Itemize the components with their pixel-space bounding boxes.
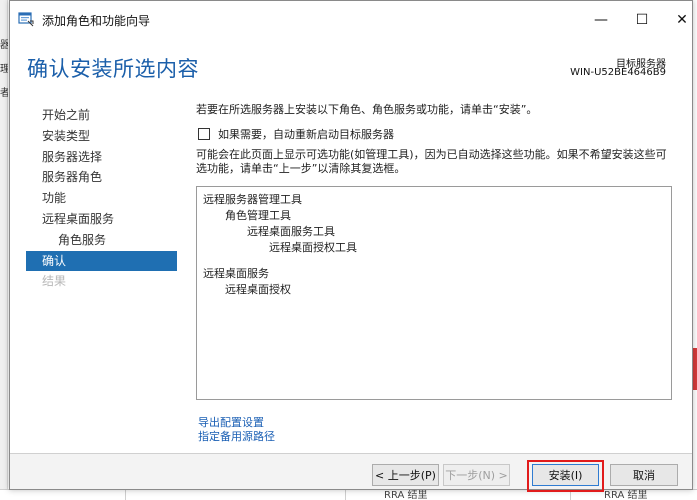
- background-cell: RRA 结里: [384, 490, 428, 500]
- maximize-icon: ☐: [635, 12, 649, 28]
- list-item: 远程桌面服务工具: [247, 225, 335, 238]
- list-item: 远程桌面授权工具: [269, 241, 357, 254]
- selection-list[interactable]: 远程服务器管理工具 角色管理工具 远程桌面服务工具 远程桌面授权工具 远程桌面服…: [196, 186, 672, 400]
- cancel-button[interactable]: 取消: [610, 464, 678, 486]
- list-item: 远程服务器管理工具: [203, 193, 302, 206]
- nav-item-before-you-begin[interactable]: 开始之前: [26, 105, 177, 126]
- next-button: 下一步(N) >: [443, 464, 510, 486]
- nav-item-confirmation[interactable]: 确认: [26, 250, 177, 272]
- install-button[interactable]: 安装(I): [532, 464, 599, 486]
- background-text: 器: [0, 40, 8, 51]
- intro-text: 若要在所选服务器上安装以下角色、角色服务或功能，请单击“安装”。: [196, 103, 538, 116]
- nav-item-installation-type[interactable]: 安装类型: [26, 126, 177, 147]
- background-cell: RRA 结里: [604, 490, 648, 500]
- background-text: 者: [0, 88, 8, 99]
- nav-item-features[interactable]: 功能: [26, 188, 177, 209]
- minimize-button[interactable]: —: [581, 7, 621, 33]
- wizard-window: 添加角色和功能向导 — ☐ ✕ 确认安装所选内容 目标服务器 WIN-U52BE…: [9, 0, 693, 492]
- page-title: 确认安装所选内容: [27, 57, 199, 81]
- close-button[interactable]: ✕: [662, 7, 697, 33]
- nav-item-role-services[interactable]: 角色服务: [26, 230, 177, 251]
- restart-option[interactable]: 如果需要，自动重新启动目标服务器: [198, 126, 394, 142]
- wizard-footer: < 上一步(P) 下一步(N) > 安装(I) 取消: [10, 453, 692, 492]
- nav-item-remote-desktop-services[interactable]: 远程桌面服务: [26, 209, 177, 230]
- nav-item-server-roles[interactable]: 服务器角色: [26, 167, 177, 188]
- close-icon: ✕: [676, 12, 688, 28]
- target-server-name: WIN-U52BE4646B9: [570, 67, 666, 78]
- nav-item-server-selection[interactable]: 服务器选择: [26, 147, 177, 168]
- minimize-icon: —: [594, 12, 608, 28]
- previous-button[interactable]: < 上一步(P): [372, 464, 439, 486]
- wizard-nav: 开始之前 安装类型 服务器选择 服务器角色 功能 远程桌面服务 角色服务 确认 …: [26, 105, 177, 292]
- list-item: 远程桌面服务: [203, 267, 269, 280]
- alt-source-path-link[interactable]: 指定备用源路径: [198, 428, 275, 444]
- restart-checkbox[interactable]: [198, 128, 210, 140]
- maximize-button[interactable]: ☐: [622, 7, 662, 33]
- optional-features-note: 可能会在此页面上显示可选功能(如管理工具)，因为已自动选择这些功能。如果不希望安…: [196, 148, 667, 175]
- nav-item-results: 结果: [42, 274, 67, 289]
- window-title: 添加角色和功能向导: [42, 14, 151, 28]
- server-manager-icon: [18, 11, 34, 27]
- list-item: 远程桌面授权: [225, 283, 291, 296]
- list-item: 角色管理工具: [225, 209, 291, 222]
- restart-checkbox-label[interactable]: 如果需要，自动重新启动目标服务器: [218, 126, 394, 142]
- background-text: 理: [0, 64, 8, 75]
- background-app-strip: 器 理 者: [0, 0, 8, 500]
- title-bar[interactable]: 添加角色和功能向导 — ☐ ✕: [10, 1, 692, 37]
